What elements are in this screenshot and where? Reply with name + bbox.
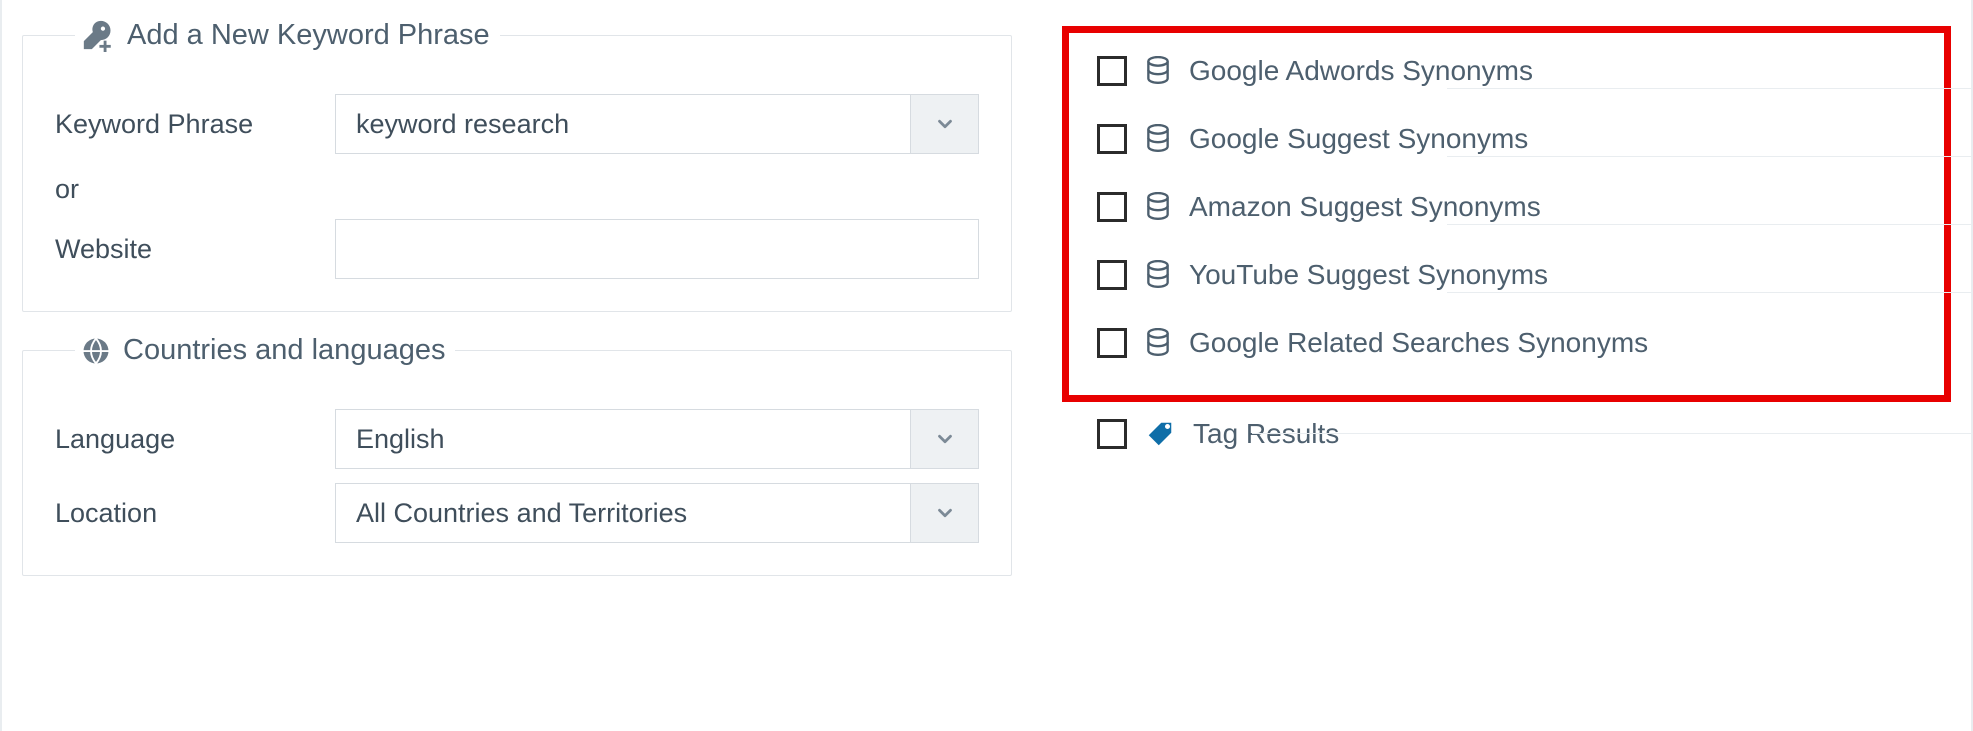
locale-legend-text: Countries and languages [123, 334, 445, 367]
database-icon [1145, 260, 1171, 290]
language-value: English [336, 410, 910, 468]
keyword-phrase-caret[interactable] [910, 95, 978, 153]
database-icon [1145, 192, 1171, 222]
globe-icon [81, 336, 111, 366]
location-caret[interactable] [910, 484, 978, 542]
tag-results-row: Tag Results [1062, 406, 1951, 450]
synonym-source-row: Google Suggest Synonyms [1097, 105, 1916, 173]
chevron-down-icon [934, 113, 956, 135]
keyword-phrase-legend: Add a New Keyword Phrase [75, 18, 500, 52]
synonym-sources-highlight: Google Adwords Synonyms Google Suggest S… [1062, 26, 1951, 402]
synonym-source-checkbox[interactable] [1097, 124, 1127, 154]
synonym-source-checkbox[interactable] [1097, 192, 1127, 222]
synonym-source-checkbox[interactable] [1097, 56, 1127, 86]
database-icon [1145, 328, 1171, 358]
tag-results-label: Tag Results [1193, 418, 1339, 450]
synonym-source-row: Google Adwords Synonyms [1097, 37, 1916, 105]
or-label: or [55, 174, 979, 205]
synonym-source-checkbox[interactable] [1097, 260, 1127, 290]
database-icon [1145, 56, 1171, 86]
keyword-phrase-select[interactable]: keyword research [335, 94, 979, 154]
website-input[interactable] [335, 219, 979, 279]
synonym-source-row: YouTube Suggest Synonyms [1097, 241, 1916, 309]
location-select[interactable]: All Countries and Territories [335, 483, 979, 543]
location-value: All Countries and Territories [336, 484, 910, 542]
synonym-source-row: Google Related Searches Synonyms [1097, 309, 1916, 377]
synonym-source-label: Google Related Searches Synonyms [1189, 327, 1648, 359]
language-label: Language [55, 424, 335, 455]
website-label: Website [55, 234, 335, 265]
synonym-source-row: Amazon Suggest Synonyms [1097, 173, 1916, 241]
synonym-source-label: Google Suggest Synonyms [1189, 123, 1528, 155]
synonym-source-label: YouTube Suggest Synonyms [1189, 259, 1548, 291]
locale-panel: Countries and languages Language English… [22, 334, 1012, 576]
synonym-source-checkbox[interactable] [1097, 328, 1127, 358]
chevron-down-icon [934, 428, 956, 450]
keyword-phrase-panel: Add a New Keyword Phrase Keyword Phrase … [22, 18, 1012, 312]
locale-legend: Countries and languages [75, 334, 455, 367]
tag-icon [1145, 419, 1175, 449]
language-select[interactable]: English [335, 409, 979, 469]
location-label: Location [55, 498, 335, 529]
synonym-source-label: Google Adwords Synonyms [1189, 55, 1533, 87]
database-icon [1145, 124, 1171, 154]
language-caret[interactable] [910, 410, 978, 468]
tag-results-checkbox[interactable] [1097, 419, 1127, 449]
keyword-phrase-value: keyword research [336, 95, 910, 153]
keyword-phrase-label: Keyword Phrase [55, 109, 335, 140]
key-plus-icon [81, 18, 115, 52]
chevron-down-icon [934, 502, 956, 524]
synonym-source-label: Amazon Suggest Synonyms [1189, 191, 1541, 223]
keyword-phrase-legend-text: Add a New Keyword Phrase [127, 19, 490, 52]
